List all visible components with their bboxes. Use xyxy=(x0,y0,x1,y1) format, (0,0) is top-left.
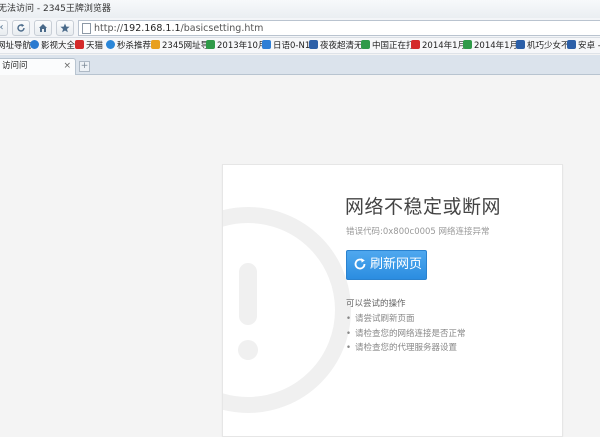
window-title: 无法访问 - 2345王牌浏览器 xyxy=(0,4,111,14)
bookmark-item[interactable]: 天猫 xyxy=(75,40,103,52)
page-icon xyxy=(82,23,91,34)
bookmark-label: 2013年10月 xyxy=(217,41,267,51)
tip-text: 请尝试刷新页面 xyxy=(355,314,415,324)
bookmark-item[interactable]: 安卓 - xyxy=(567,40,600,52)
try-actions-title: 可以尝试的操作 xyxy=(346,299,406,309)
bookmark-label: 2345网址导 xyxy=(162,41,210,51)
bookmark-item[interactable]: 秒杀推荐 xyxy=(106,40,151,52)
image-icon xyxy=(516,40,525,49)
favorites-button[interactable] xyxy=(56,20,74,36)
bookmark-item[interactable]: 日语0-N1 xyxy=(262,40,310,52)
bookmark-label: 夜夜超清无 xyxy=(320,41,363,51)
bookmark-item[interactable]: 2013年10月 xyxy=(206,40,266,52)
bookmark-label: 机巧少女不 xyxy=(527,41,570,51)
error-title: 网络不稳定或断网 xyxy=(345,196,502,218)
refresh-page-button[interactable]: 刷新网页 xyxy=(346,250,427,280)
new-tab-button[interactable]: + xyxy=(79,61,90,72)
bookmark-label: 影视大全 xyxy=(41,41,76,51)
flash-sale-icon xyxy=(106,40,115,49)
folder-icon xyxy=(206,40,215,49)
tmall-icon xyxy=(75,40,84,49)
tip-text: 请检查您的代理服务器设置 xyxy=(355,343,458,353)
refresh-icon xyxy=(17,23,25,32)
url-prefix: http:// xyxy=(94,23,124,34)
url-path: /basicsetting.htm xyxy=(180,23,264,34)
bookmark-item[interactable]: 网址导航 xyxy=(0,40,31,52)
bookmarks-bar: 网址导航 影视大全 天猫 秒杀推荐 2345网址导 2013年10月 日语0-N… xyxy=(0,38,600,54)
bookmark-label: 2014年1月 xyxy=(422,41,467,51)
navigation-bar: ‹ http://192.168.1.1/basicsetting.htm xyxy=(0,18,600,38)
doc-icon xyxy=(262,40,271,49)
window-title-bar: 无法访问 - 2345王牌浏览器 xyxy=(0,0,600,18)
page-content: 网络不稳定或断网 错误代码:0x800c0005 网络连接异常 刷新网页 可以尝… xyxy=(0,76,600,437)
bookmark-label: 2014年1月 xyxy=(474,41,519,51)
url-host: 192.168.1.1 xyxy=(123,23,181,34)
refresh-page-label: 刷新网页 xyxy=(370,257,423,272)
bookmark-item[interactable]: 影视大全 xyxy=(30,40,75,52)
tips-list: • 请尝试刷新页面 • 请检查您的网络连接是否正常 • 请检查您的代理服务器设置 xyxy=(346,312,466,356)
refresh-icon xyxy=(354,258,366,270)
video-icon xyxy=(30,40,39,49)
bookmark-label: 中国正在打 xyxy=(372,41,415,51)
tab-label: 访问问 xyxy=(2,61,28,71)
error-code: 错误代码:0x800c0005 网络连接异常 xyxy=(346,227,490,237)
bookmark-label: 日语0-N1 xyxy=(273,41,311,51)
warning-watermark-icon xyxy=(223,207,351,413)
image-icon xyxy=(309,40,318,49)
bookmark-item[interactable]: 夜夜超清无 xyxy=(309,40,363,52)
le-icon xyxy=(411,40,420,49)
home-icon xyxy=(39,24,47,32)
list-item: • 请尝试刷新页面 xyxy=(346,314,415,324)
site-2345-icon xyxy=(151,40,160,49)
address-bar[interactable]: http://192.168.1.1/basicsetting.htm xyxy=(78,20,600,36)
list-item: • 请检查您的网络连接是否正常 xyxy=(346,328,466,339)
bookmark-item[interactable]: 中国正在打 xyxy=(361,40,415,52)
tab-bar: 访问问 × + xyxy=(0,55,600,75)
news-icon xyxy=(361,40,370,49)
bookmark-item[interactable]: 机巧少女不 xyxy=(516,40,570,52)
bookmark-label: 网址导航 xyxy=(0,41,32,51)
refresh-button[interactable] xyxy=(12,20,30,36)
url-text[interactable]: http://192.168.1.1/basicsetting.htm xyxy=(94,21,263,36)
bookmark-label: 秒杀推荐 xyxy=(117,41,152,51)
folder-icon xyxy=(463,40,472,49)
bookmark-item[interactable]: 2014年1月 xyxy=(463,40,518,52)
back-arrow-icon: ‹ xyxy=(0,22,4,33)
home-button[interactable] xyxy=(34,20,52,36)
bookmark-label: 安卓 - xyxy=(578,41,600,51)
bookmark-item[interactable]: 2345网址导 xyxy=(151,40,209,52)
star-icon xyxy=(60,23,70,33)
back-button[interactable]: ‹ xyxy=(0,20,8,36)
tip-text: 请检查您的网络连接是否正常 xyxy=(355,328,466,339)
image-icon xyxy=(567,40,576,49)
list-item: • 请检查您的代理服务器设置 xyxy=(346,343,458,353)
tab-active[interactable]: 访问问 × xyxy=(0,58,76,75)
close-icon[interactable]: × xyxy=(63,59,71,74)
bookmark-label: 天猫 xyxy=(86,41,104,51)
error-card: 网络不稳定或断网 错误代码:0x800c0005 网络连接异常 刷新网页 可以尝… xyxy=(222,164,563,437)
bookmark-item[interactable]: 2014年1月 xyxy=(411,40,466,52)
